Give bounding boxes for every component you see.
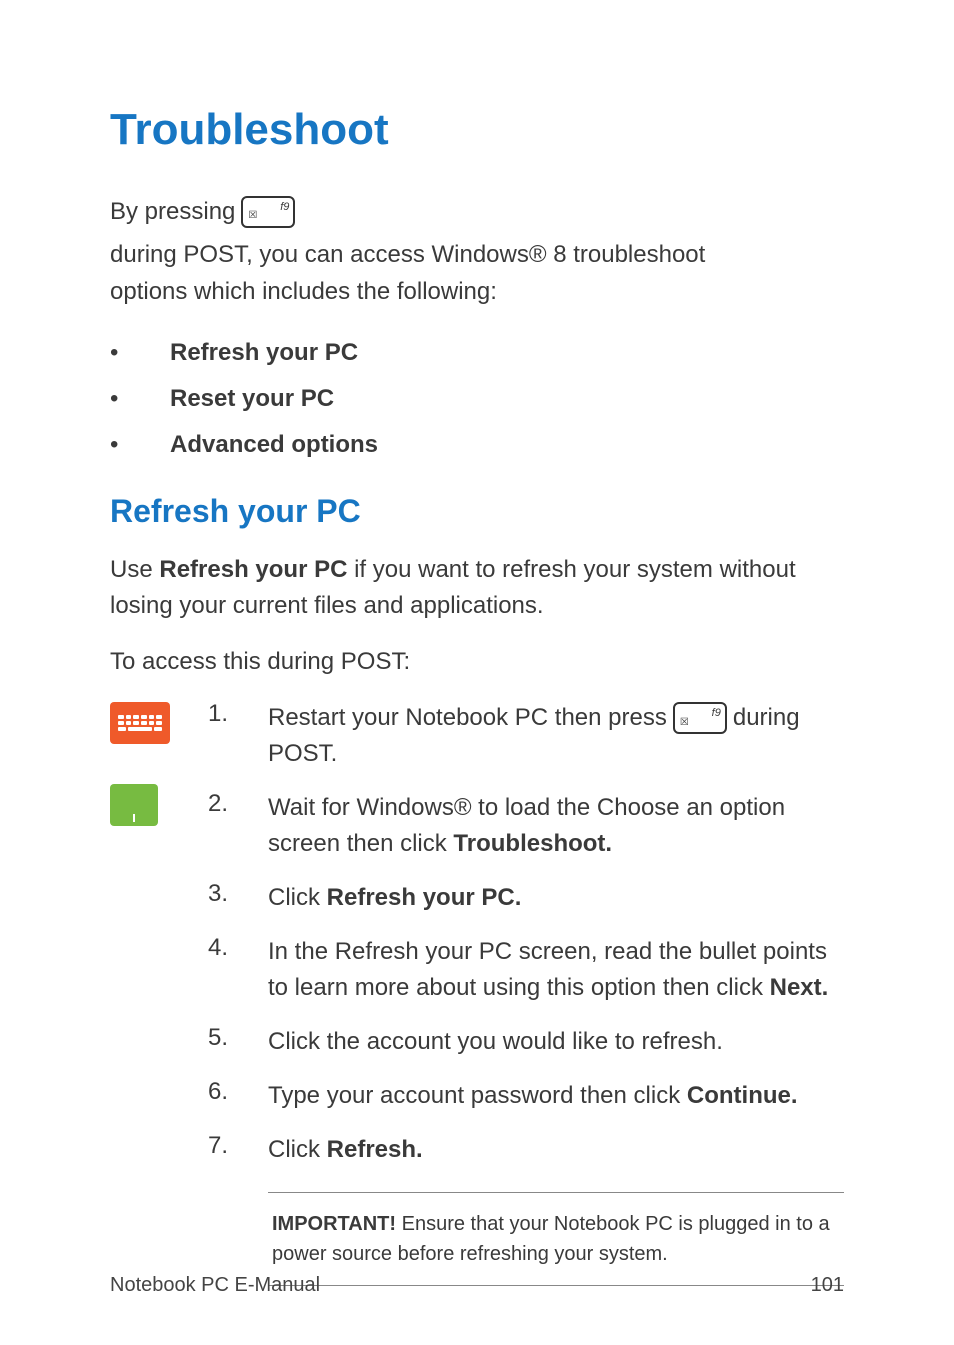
step-text: Click the account you would like to refr… <box>268 1028 723 1055</box>
steps-list: 1. Restart your Notebook PC then press f… <box>208 700 844 1286</box>
option-label: Reset your PC <box>170 385 334 413</box>
options-list: • Refresh your PC • Reset your PC • Adva… <box>110 339 844 459</box>
option-item: • Reset your PC <box>110 385 844 413</box>
step-number: 4. <box>208 934 268 1006</box>
section-paragraph: Use Refresh your PC if you want to refre… <box>110 552 844 624</box>
step-number: 6. <box>208 1078 268 1114</box>
page-footer: Notebook PC E-Manual 101 <box>110 1274 844 1297</box>
option-item: • Advanced options <box>110 431 844 459</box>
section-heading: Refresh your PC <box>110 493 844 530</box>
note-bold: IMPORTANT! <box>272 1213 396 1235</box>
footer-page-number: 101 <box>811 1274 844 1297</box>
step-bold: Refresh. <box>327 1136 423 1163</box>
step-item: 7. Click Refresh. <box>208 1132 844 1168</box>
step-item: 6. Type your account password then click… <box>208 1078 844 1114</box>
step-text: In the Refresh your PC screen, read the … <box>268 938 827 1001</box>
bullet-dot: • <box>110 431 170 459</box>
step-bold: Continue. <box>687 1082 798 1109</box>
step-bold: Next. <box>770 974 829 1001</box>
keyboard-icon <box>110 702 170 744</box>
f9-key-icon: f9 ☒ <box>241 196 295 228</box>
step-item: 1. Restart your Notebook PC then press f… <box>208 700 844 772</box>
f9-key-icon: f9 ☒ <box>673 702 727 734</box>
step-bold: Troubleshoot. <box>453 830 612 857</box>
intro-prefix: By pressing <box>110 193 235 230</box>
option-label: Refresh your PC <box>170 339 358 367</box>
step-bold: Refresh your PC. <box>327 884 522 911</box>
important-note: IMPORTANT! Ensure that your Notebook PC … <box>268 1192 844 1286</box>
monitor-icon <box>110 784 158 826</box>
footer-left: Notebook PC E-Manual <box>110 1274 320 1297</box>
intro-suffix1: during POST, you can access Windows® 8 t… <box>110 236 705 273</box>
option-item: • Refresh your PC <box>110 339 844 367</box>
key-sub-icon: ☒ <box>680 715 689 730</box>
step-text: Type your account password then click <box>268 1082 687 1109</box>
key-sub-icon: ☒ <box>248 208 257 224</box>
step-item: 3. Click Refresh your PC. <box>208 880 844 916</box>
para-pre: Use <box>110 556 159 583</box>
step-number: 2. <box>208 790 268 862</box>
bullet-dot: • <box>110 385 170 413</box>
step-number: 7. <box>208 1132 268 1168</box>
access-line: To access this during POST: <box>110 644 844 680</box>
step-text: Click <box>268 884 327 911</box>
key-label: f9 <box>280 199 289 216</box>
step-text: Restart your Notebook PC then press <box>268 700 667 736</box>
step-number: 5. <box>208 1024 268 1060</box>
intro-line2: options which includes the following: <box>110 273 844 310</box>
step-number: 1. <box>208 700 268 772</box>
step-text: during <box>733 700 800 736</box>
step-item: 4. In the Refresh your PC screen, read t… <box>208 934 844 1006</box>
option-label: Advanced options <box>170 431 378 459</box>
page-title: Troubleshoot <box>110 105 844 155</box>
step-text: POST. <box>268 736 844 772</box>
step-number: 3. <box>208 880 268 916</box>
bullet-dot: • <box>110 339 170 367</box>
intro-paragraph: By pressing f9 ☒ during POST, you can ac… <box>110 193 844 311</box>
step-item: 2. Wait for Windows® to load the Choose … <box>208 790 844 862</box>
step-text: Click <box>268 1136 327 1163</box>
para-bold: Refresh your PC <box>159 556 347 583</box>
key-label: f9 <box>712 705 721 722</box>
step-item: 5. Click the account you would like to r… <box>208 1024 844 1060</box>
